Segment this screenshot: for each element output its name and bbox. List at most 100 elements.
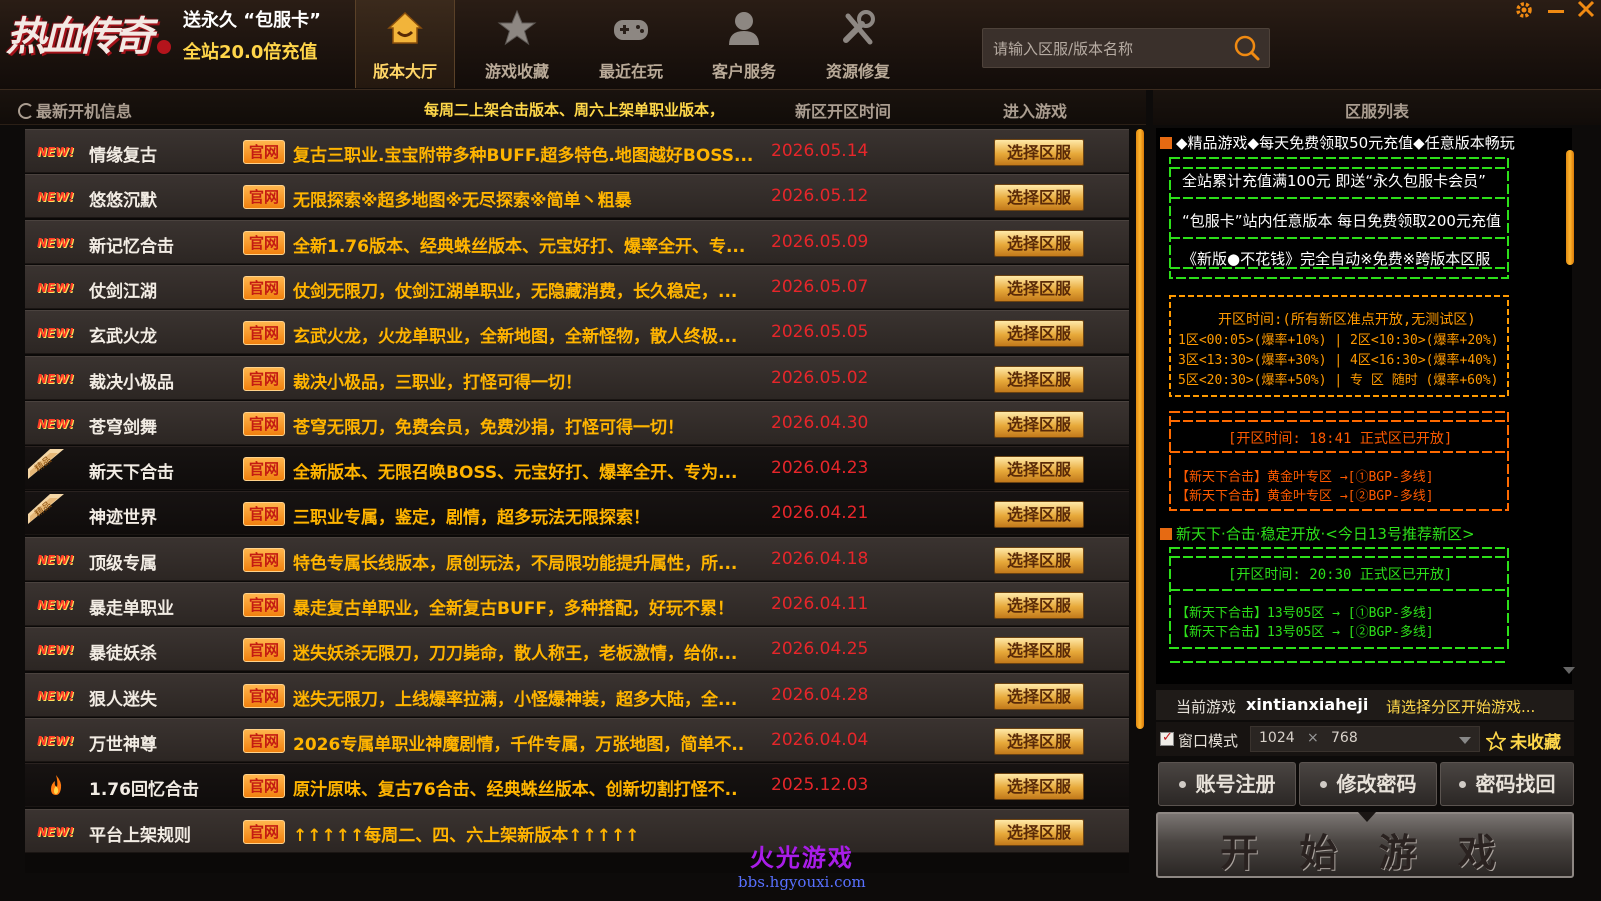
official-site-tag[interactable]: 官网 <box>243 185 285 209</box>
scroll-down-icon[interactable] <box>1563 667 1575 674</box>
select-server-button[interactable]: 选择区服 <box>994 819 1084 846</box>
server-entry[interactable]: 【新天下合击】黄金叶专区 →[②BGP-多线] <box>1176 485 1434 504</box>
official-site-tag[interactable]: 官网 <box>243 231 285 255</box>
select-server-button[interactable]: 选择区服 <box>994 637 1084 664</box>
server-entry[interactable]: 【新天下合击】13号05区 → [①BGP-多线] <box>1176 602 1434 621</box>
list-scrollbar[interactable] <box>1136 129 1144 729</box>
game-row[interactable]: 精品 新天下合击 官网 全新版本、无限召唤BOSS、元宝好打、爆率全开、专为... 20… <box>25 446 1129 490</box>
official-site-tag[interactable]: 官网 <box>243 367 285 391</box>
schedule-line: 5区<20:30>(爆率+50%) | 专 区 随时 (爆率+60%) <box>1178 373 1499 388</box>
game-row[interactable]: NEW! 平台上架规则 官网 ↑↑↑↑↑每周二、四、六上架新版本↑↑↑↑↑ 选择区服 <box>25 809 1129 853</box>
official-site-tag[interactable]: 官网 <box>243 820 285 844</box>
select-server-button[interactable]: 选择区服 <box>994 547 1084 574</box>
game-description: 苍穹无限刀，免费会员，免费沙捐，打怪可得一切！ <box>293 418 684 438</box>
game-row[interactable]: NEW! 暴走单职业 官网 暴走复古单职业，全新复古BUFF，多种搭配，好玩不累！ 20… <box>25 582 1129 626</box>
select-server-button[interactable]: 选择区服 <box>994 592 1084 619</box>
game-row[interactable]: 1.76回忆合击 官网 原汁原味、复古76合击、经典蛛丝版本、创新切割打怪不.. 20… <box>25 763 1129 807</box>
official-site-tag[interactable]: 官网 <box>243 140 285 164</box>
search-icon[interactable] <box>1233 34 1261 62</box>
tab-label: 版本大厅 <box>372 62 437 81</box>
open-date: 2026.05.12 <box>771 186 869 206</box>
app-logo: 热血传奇 <box>6 4 171 64</box>
game-name: 新记忆合击 <box>89 237 174 257</box>
current-game-label: 当前游戏 <box>1176 698 1237 716</box>
logo-seal <box>157 40 171 54</box>
official-site-tag[interactable]: 官网 <box>243 774 285 798</box>
game-description: ↑↑↑↑↑每周二、四、六上架新版本↑↑↑↑↑ <box>293 826 640 846</box>
new-badge: NEW! <box>37 643 74 657</box>
game-row[interactable]: NEW! 新记忆合击 官网 全新1.76版本、经典蛛丝版本、元宝好打、爆率全开、专..… <box>25 220 1129 264</box>
game-description: 裁决小极品，三职业，打怪可得一切！ <box>293 373 582 393</box>
game-row[interactable]: NEW! 万世神尊 官网 2026专属单职业神魔剧情，千件专属，万张地图，简单不.. 2… <box>25 718 1129 762</box>
game-row[interactable]: NEW! 暴徒妖杀 官网 迷失妖杀无限刀，刀刀毙命，散人称王，老板激情，给你... 20… <box>25 627 1129 671</box>
tab-version-hall[interactable]: 版本大厅 <box>355 0 455 88</box>
official-site-tag[interactable]: 官网 <box>243 548 285 572</box>
official-site-tag[interactable]: 官网 <box>243 684 285 708</box>
official-site-tag[interactable]: 官网 <box>243 321 285 345</box>
game-row[interactable]: NEW! 狠人迷失 官网 迷失无限刀，上线爆率拉满，小怪爆神装，超多大陆，全... 20… <box>25 673 1129 717</box>
window-mode-checkbox[interactable] <box>1160 730 1174 746</box>
official-site-tag[interactable]: 官网 <box>243 502 285 526</box>
server-panel-scrollbar[interactable] <box>1566 150 1574 265</box>
game-row[interactable]: NEW! 情缘复古 官网 复古三职业.宝宝附带多种BUFF.超多特色.地图越好BOSS… <box>25 129 1129 173</box>
settings-gear-icon[interactable] <box>1512 0 1536 20</box>
select-server-button[interactable]: 选择区服 <box>994 275 1084 302</box>
change-password-button[interactable]: 修改密码 <box>1299 762 1437 806</box>
select-server-button[interactable]: 选择区服 <box>994 456 1084 483</box>
server-entry[interactable]: 【新天下合击】黄金叶专区 →[①BGP-多线] <box>1176 466 1434 485</box>
latest-info-header[interactable]: 最新开机信息 <box>18 98 132 122</box>
button-label: 修改密码 <box>1336 772 1417 796</box>
game-row[interactable]: NEW! 顶级专属 官网 特色专属长线版本，原创玩法，不局限功能提升属性，所... 20… <box>25 537 1129 581</box>
gamepad-icon <box>614 20 648 40</box>
game-row[interactable]: NEW! 苍穹剑舞 官网 苍穹无限刀，免费会员，免费沙捐，打怪可得一切！ 2026.04… <box>25 401 1129 445</box>
favorite-toggle[interactable]: 未收藏 <box>1484 728 1561 753</box>
close-icon[interactable] <box>1574 0 1598 20</box>
search-box <box>982 28 1270 68</box>
new-badge: NEW! <box>37 689 74 703</box>
server-entry[interactable]: 【新天下合击】13号05区 → [②BGP-多线] <box>1176 621 1434 640</box>
resolution-times: × <box>1307 730 1319 746</box>
game-row[interactable]: NEW! 裁决小极品 官网 裁决小极品，三职业，打怪可得一切！ 2026.05.02 选择… <box>25 356 1129 400</box>
select-server-button[interactable]: 选择区服 <box>994 501 1084 528</box>
select-server-button[interactable]: 选择区服 <box>994 184 1084 211</box>
select-server-button[interactable]: 选择区服 <box>994 320 1084 347</box>
schedule-line: 1区<00:05>(爆率+10%) | 2区<10:30>(爆率+20%) <box>1178 333 1499 348</box>
tab-recent[interactable]: 最近在玩 <box>581 0 681 88</box>
official-site-tag[interactable]: 官网 <box>243 276 285 300</box>
search-input[interactable] <box>993 35 1225 63</box>
official-site-tag[interactable]: 官网 <box>243 593 285 617</box>
promo-banner[interactable]: 送永久 “包服卡” 全站20.0倍充值 <box>183 6 321 64</box>
open-date: 2026.05.07 <box>771 277 869 297</box>
start-game-button[interactable]: 开 始 游 戏 <box>1156 812 1574 878</box>
register-account-button[interactable]: 账号注册 <box>1158 762 1296 806</box>
tab-favorites[interactable]: 游戏收藏 <box>467 0 567 88</box>
resolution-height: 768 <box>1331 730 1358 746</box>
official-site-tag[interactable]: 官网 <box>243 457 285 481</box>
section-premium-games[interactable]: ◆精品游戏◆每天免费领取50元充值◆任意版本畅玩 <box>1160 132 1515 153</box>
official-site-tag[interactable]: 官网 <box>243 729 285 753</box>
game-row[interactable]: NEW! 仗剑江湖 官网 仗剑无限刀，仗剑江湖单职业，无隐藏消费，长久稳定，... 20… <box>25 265 1129 309</box>
resolution-select[interactable]: 1024 × 768 <box>1250 726 1480 752</box>
select-server-button[interactable]: 选择区服 <box>994 773 1084 800</box>
section-recommended[interactable]: 新天下·合击·稳定开放·<今日13号推荐新区> <box>1160 523 1475 544</box>
bullet-icon <box>1319 781 1327 788</box>
game-row[interactable]: NEW! 悠悠沉默 官网 无限探索※超多地图※无尽探索※简单丶粗暴 2026.05.12… <box>25 174 1129 218</box>
select-server-button[interactable]: 选择区服 <box>994 411 1084 438</box>
minimize-icon[interactable] <box>1544 0 1568 20</box>
current-game-name: xintianxiaheji <box>1246 695 1369 714</box>
official-site-tag[interactable]: 官网 <box>243 412 285 436</box>
tab-customer-service[interactable]: 客户服务 <box>694 0 794 88</box>
recover-password-button[interactable]: 密码找回 <box>1440 762 1574 806</box>
select-server-button[interactable]: 选择区服 <box>994 683 1084 710</box>
official-site-tag[interactable]: 官网 <box>243 638 285 662</box>
select-server-button[interactable]: 选择区服 <box>994 366 1084 393</box>
promo-line: 《新版●不花钱》完全自动※免费※跨版本区服 <box>1182 250 1491 268</box>
game-row[interactable]: NEW! 玄武火龙 官网 玄武火龙，火龙单职业，全新地图，全新怪物，散人终极... 20… <box>25 310 1129 354</box>
select-server-button[interactable]: 选择区服 <box>994 230 1084 257</box>
game-row[interactable]: 精品 神迹世界 官网 三职业专属，鉴定，剧情，超多玩法无限探索！ 2026.04.21 选… <box>25 491 1129 535</box>
game-description: 迷失妖杀无限刀，刀刀毙命，散人称王，老板激情，给你... <box>293 644 738 664</box>
select-server-button[interactable]: 选择区服 <box>994 728 1084 755</box>
tab-resource-repair[interactable]: 资源修复 <box>808 0 908 88</box>
server-list-title: 区服列表 <box>1344 102 1409 121</box>
select-server-button[interactable]: 选择区服 <box>994 139 1084 166</box>
